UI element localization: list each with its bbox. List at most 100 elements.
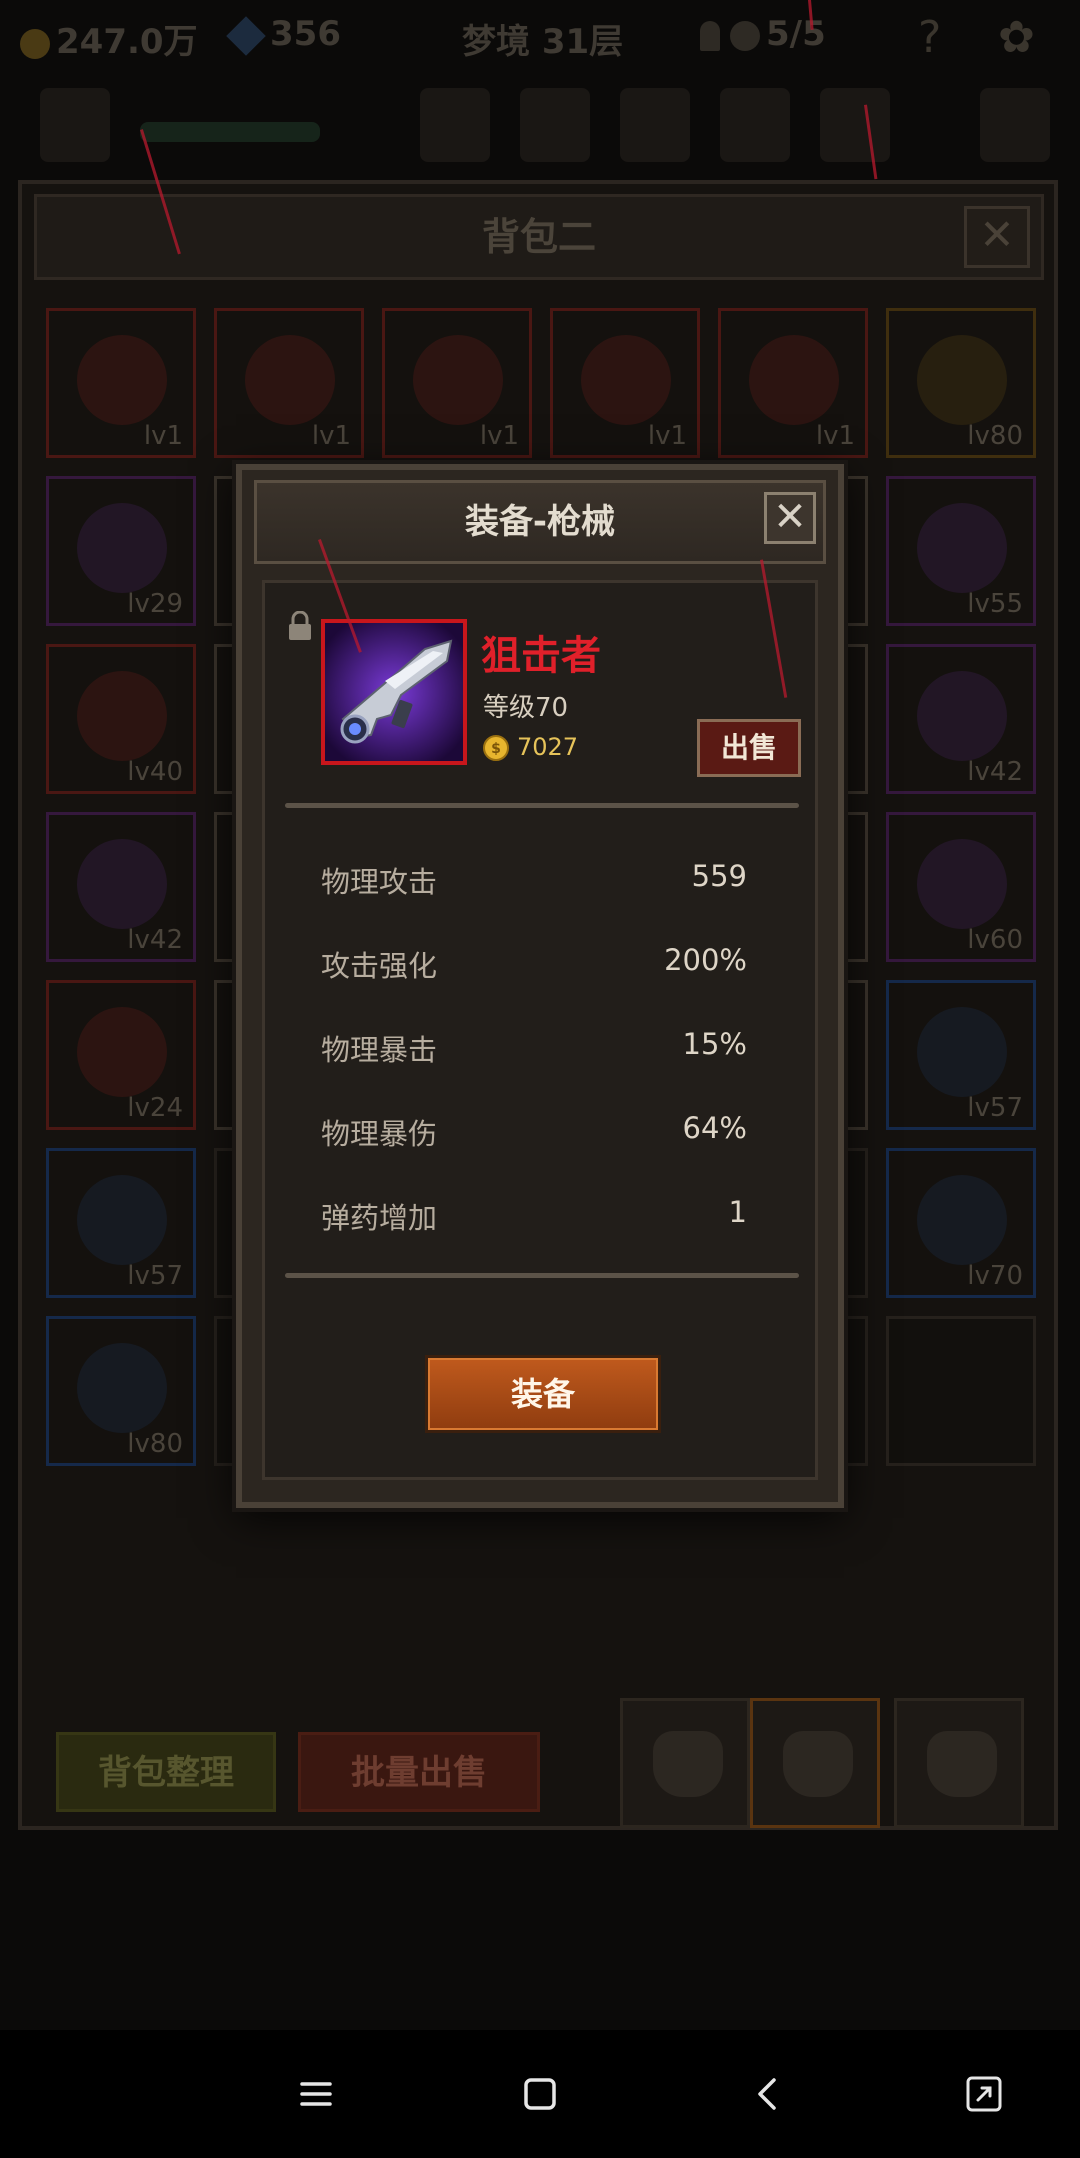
slot-level: lv29 bbox=[127, 589, 183, 619]
gem-counter: 356 bbox=[226, 14, 341, 56]
item-thumbnail bbox=[245, 335, 335, 425]
slot-level: lv57 bbox=[967, 1093, 1023, 1123]
divider-top bbox=[285, 803, 799, 808]
slot-level: lv42 bbox=[967, 757, 1023, 787]
slot-level: lv55 bbox=[967, 589, 1023, 619]
stat-row: 攻击强化 200% bbox=[321, 943, 747, 983]
hero-portrait[interactable] bbox=[980, 88, 1050, 162]
price-value: 7027 bbox=[517, 733, 579, 761]
bag-slot[interactable]: lv42 bbox=[46, 812, 196, 962]
bag-tab-1[interactable] bbox=[620, 1698, 750, 1828]
item-thumbnail bbox=[77, 503, 167, 593]
bag-slot[interactable]: lv40 bbox=[46, 644, 196, 794]
slot-level: lv1 bbox=[479, 421, 519, 451]
lock-icon[interactable] bbox=[287, 611, 313, 641]
item-thumbnail bbox=[413, 335, 503, 425]
stat-value: 1 bbox=[728, 1195, 747, 1229]
fullscreen-icon[interactable] bbox=[960, 2070, 1008, 2118]
stat-row: 物理暴击 15% bbox=[321, 1027, 747, 1067]
stat-row: 物理暴伤 64% bbox=[321, 1111, 747, 1151]
item-thumbnail bbox=[77, 1175, 167, 1265]
bag-slot[interactable]: lv1 bbox=[718, 308, 868, 458]
item-thumbnail bbox=[77, 1343, 167, 1433]
divider-bottom bbox=[285, 1273, 799, 1278]
pouch-icon bbox=[927, 1731, 997, 1797]
bulk-sell-button[interactable]: 批量出售 bbox=[298, 1732, 540, 1812]
bag-slot[interactable]: lv1 bbox=[46, 308, 196, 458]
hero-strip bbox=[20, 88, 1060, 168]
system-nav-bar bbox=[0, 2030, 1080, 2158]
top-bar: 247.0万 356 梦境 31层 5/5 ? ✿ bbox=[0, 0, 1080, 80]
hero-portrait[interactable] bbox=[520, 88, 590, 162]
item-thumbnail bbox=[917, 1007, 1007, 1097]
slot-level: lv40 bbox=[127, 757, 183, 787]
slot-level: lv80 bbox=[127, 1429, 183, 1459]
bag-slot[interactable]: lv80 bbox=[46, 1316, 196, 1466]
stat-value: 200% bbox=[664, 943, 747, 977]
item-icon-frame[interactable] bbox=[321, 619, 467, 765]
bag-slot[interactable]: lv42 bbox=[886, 644, 1036, 794]
bag-slot[interactable]: lv70 bbox=[886, 1148, 1036, 1298]
menu-icon[interactable] bbox=[292, 2070, 340, 2118]
help-icon[interactable]: ? bbox=[918, 12, 941, 63]
item-thumbnail bbox=[77, 1007, 167, 1097]
pouch-icon bbox=[653, 1731, 723, 1797]
stat-row: 弹药增加 1 bbox=[321, 1195, 747, 1235]
hero-portrait[interactable] bbox=[40, 88, 110, 162]
bag-close-button[interactable]: ✕ bbox=[964, 206, 1030, 268]
bag-slot[interactable]: lv1 bbox=[382, 308, 532, 458]
slot-level: lv60 bbox=[967, 925, 1023, 955]
slot-level: lv70 bbox=[967, 1261, 1023, 1291]
pouch-icon bbox=[783, 1731, 853, 1797]
stat-value: 559 bbox=[691, 859, 747, 893]
bag-slot[interactable]: lv24 bbox=[46, 980, 196, 1130]
item-thumbnail bbox=[917, 839, 1007, 929]
stat-value: 64% bbox=[682, 1111, 747, 1145]
gear-icon[interactable]: ✿ bbox=[998, 12, 1035, 63]
dialog-body: 狙击者 等级70 $7027 出售 物理攻击 559 攻击强化 200% 物理暴… bbox=[262, 580, 818, 1480]
bag-slot[interactable]: lv1 bbox=[550, 308, 700, 458]
empty-bag-slot[interactable] bbox=[886, 1316, 1036, 1466]
hero-portrait[interactable] bbox=[820, 88, 890, 162]
bag-tab-2[interactable] bbox=[750, 1698, 880, 1828]
slot-level: lv1 bbox=[311, 421, 351, 451]
key-icon bbox=[700, 20, 720, 51]
dialog-close-button[interactable]: ✕ bbox=[764, 492, 816, 544]
slot-level: lv1 bbox=[647, 421, 687, 451]
item-thumbnail bbox=[77, 671, 167, 761]
hero-portrait[interactable] bbox=[420, 88, 490, 162]
stat-label: 物理攻击 bbox=[321, 865, 438, 899]
equipment-dialog: 装备-枪械 ✕ 狙击者 等级70 $ 7027 出售 物理攻击 559 攻击强化… bbox=[236, 464, 844, 1508]
bag-slot[interactable]: lv55 bbox=[886, 476, 1036, 626]
bag-slot[interactable]: lv29 bbox=[46, 476, 196, 626]
dialog-title: 装备-枪械 bbox=[254, 480, 826, 564]
hero-portrait[interactable] bbox=[620, 88, 690, 162]
hero-hp-bar bbox=[140, 122, 320, 142]
bag-slot[interactable]: lv1 bbox=[214, 308, 364, 458]
bag-slot[interactable]: lv80 bbox=[886, 308, 1036, 458]
equip-button[interactable]: 装备 bbox=[425, 1355, 661, 1433]
bag-slot[interactable]: lv57 bbox=[886, 980, 1036, 1130]
coin-icon: $ bbox=[483, 735, 509, 761]
bag-tab-3[interactable] bbox=[894, 1698, 1024, 1828]
item-thumbnail bbox=[581, 335, 671, 425]
item-name: 狙击者 bbox=[481, 633, 601, 679]
back-icon[interactable] bbox=[744, 2070, 792, 2118]
bag-slot[interactable]: lv57 bbox=[46, 1148, 196, 1298]
gem-icon bbox=[226, 15, 266, 56]
item-thumbnail bbox=[77, 839, 167, 929]
stat-label: 攻击强化 bbox=[321, 949, 438, 983]
item-thumbnail bbox=[77, 335, 167, 425]
hero-portrait[interactable] bbox=[720, 88, 790, 162]
slot-level: lv80 bbox=[967, 421, 1023, 451]
home-icon[interactable] bbox=[516, 2070, 564, 2118]
bag-slot[interactable]: lv60 bbox=[886, 812, 1036, 962]
stat-label: 弹药增加 bbox=[321, 1201, 438, 1235]
stat-row: 物理攻击 559 bbox=[321, 859, 747, 899]
sort-bag-button[interactable]: 背包整理 bbox=[56, 1732, 276, 1812]
slot-level: lv57 bbox=[127, 1261, 183, 1291]
item-thumbnail bbox=[917, 503, 1007, 593]
sell-button[interactable]: 出售 bbox=[697, 719, 801, 777]
gold-counter: 247.0万 bbox=[20, 14, 198, 63]
item-thumbnail bbox=[917, 335, 1007, 425]
